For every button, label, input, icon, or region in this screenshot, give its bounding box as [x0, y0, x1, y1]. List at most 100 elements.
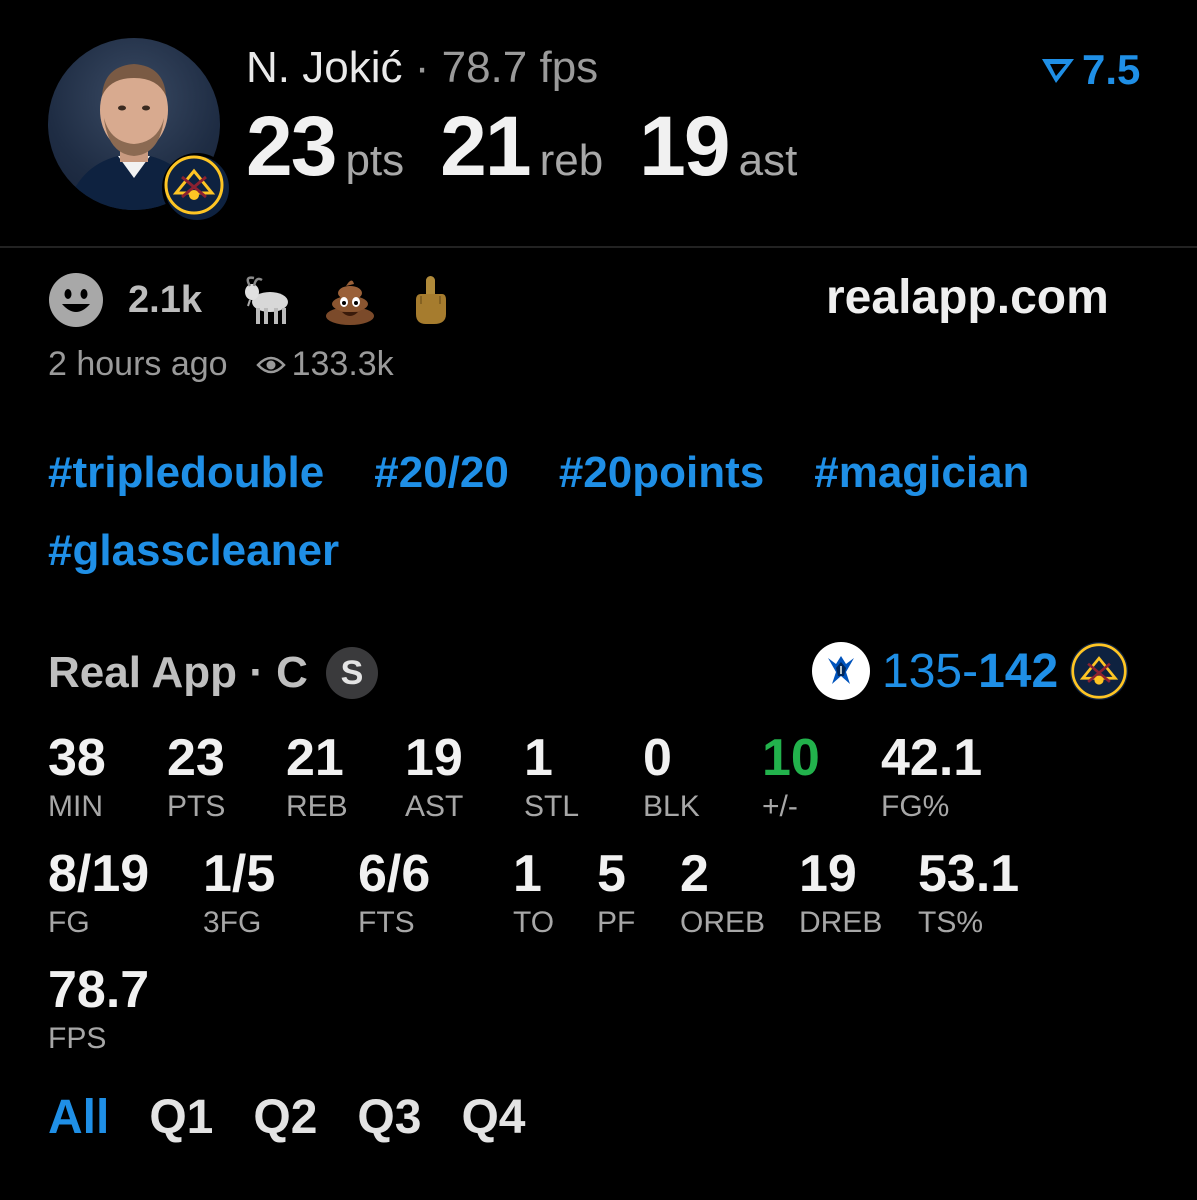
- reaction-count: 2.1k: [128, 278, 202, 321]
- stat-value: 8/19: [48, 845, 150, 903]
- stat-plus-minus: 10 +/-: [762, 730, 820, 824]
- stat-value: 78.7: [48, 961, 150, 1019]
- hashtag-20-20[interactable]: #20/20: [374, 445, 509, 501]
- stat-fts: 6/6 FTS: [358, 846, 430, 940]
- stat-value: 1: [524, 729, 553, 787]
- hashtag-tripledouble[interactable]: #tripledouble: [48, 445, 324, 501]
- stat-value: 23: [167, 729, 225, 787]
- post-meta: 2 hours ago 133.3k: [48, 345, 394, 384]
- player-rating[interactable]: 7.5: [1040, 46, 1140, 94]
- stat-label: TO: [513, 906, 555, 939]
- tab-all[interactable]: All: [48, 1090, 109, 1145]
- stat-value: 19: [405, 729, 463, 787]
- stat-label: FTS: [358, 906, 415, 939]
- stat-stl: 1 STL: [524, 730, 579, 824]
- stat-oreb: 2 OREB: [680, 846, 765, 940]
- headline-rebounds-unit: reb: [539, 136, 604, 185]
- headline-assists-value: 19: [639, 99, 730, 193]
- stat-label: PF: [597, 906, 636, 939]
- stat-fg-pct: 42.1 FG%: [881, 730, 982, 824]
- stat-label: OREB: [680, 906, 766, 939]
- stat-pts: 23 PTS: [167, 730, 225, 824]
- view-count: 133.3k: [255, 345, 394, 384]
- source-label: Real App · C: [48, 648, 308, 697]
- stat-value: 38: [48, 729, 106, 787]
- reactions-bar: 2.1k: [48, 272, 468, 328]
- header-divider: [0, 246, 1197, 248]
- player-name-line: N. Jokić · 78.7 fps: [246, 42, 598, 94]
- stat-pf: 5 PF: [597, 846, 635, 940]
- game-source: Real App · C S: [48, 645, 378, 701]
- stat-value: 21: [286, 729, 344, 787]
- eye-icon: [255, 356, 286, 373]
- tab-q4[interactable]: Q4: [461, 1090, 525, 1145]
- headline-points-value: 23: [246, 99, 337, 193]
- goat-emoji[interactable]: [242, 272, 298, 328]
- tab-q2[interactable]: Q2: [253, 1090, 317, 1145]
- stat-fps: 78.7 FPS: [48, 962, 149, 1056]
- hashtag-list: #tripledouble #20/20 #20points #magician…: [48, 445, 1158, 579]
- home-score: 142: [978, 644, 1059, 698]
- stat-label: PTS: [167, 790, 226, 823]
- smiley-face-icon[interactable]: [48, 272, 104, 328]
- middle-finger-emoji[interactable]: [402, 272, 458, 328]
- poop-emoji[interactable]: [322, 272, 378, 328]
- real-app-rating-icon: [1042, 59, 1074, 83]
- stat-label: TS%: [918, 906, 984, 939]
- stat-ast: 19 AST: [405, 730, 463, 824]
- season-badge[interactable]: S: [325, 647, 378, 699]
- stat-label: STL: [524, 790, 580, 823]
- fantasy-points: 78.7 fps: [441, 43, 599, 92]
- stat-value: 1: [513, 845, 542, 903]
- dallas-mavericks-logo: [812, 642, 870, 700]
- score-text: 135-142: [882, 644, 1058, 699]
- denver-nuggets-logo: [1070, 642, 1129, 700]
- stat-label: 3FG: [203, 906, 262, 939]
- stat-dreb: 19 DREB: [799, 846, 882, 940]
- hashtag-magician[interactable]: #magician: [814, 445, 1029, 501]
- stat-ts-pct: 53.1 TS%: [918, 846, 1019, 940]
- stat-label: FPS: [48, 1022, 107, 1055]
- stat-blk: 0 BLK: [643, 730, 700, 824]
- score-dash: -: [962, 644, 979, 698]
- game-score[interactable]: 135-142: [812, 640, 1129, 702]
- headline-rebounds-value: 21: [440, 99, 531, 193]
- stat-value: 0: [643, 729, 672, 787]
- stat-value: 53.1: [918, 845, 1020, 903]
- separator-dot: ·: [414, 43, 430, 92]
- stat-label: +/-: [762, 790, 798, 823]
- quarter-tabs: All Q1 Q2 Q3 Q4: [48, 1090, 525, 1145]
- stat-value: 5: [597, 845, 626, 903]
- stat-value: 1/5: [203, 845, 276, 903]
- stat-value: 6/6: [358, 845, 431, 903]
- stat-label: REB: [286, 790, 348, 823]
- stat-value: 42.1: [881, 729, 983, 787]
- hashtag-20points[interactable]: #20points: [559, 445, 764, 501]
- stat-label: AST: [405, 790, 464, 823]
- stat-fg: 8/19 FG: [48, 846, 149, 940]
- rating-value: 7.5: [1082, 46, 1141, 93]
- site-link[interactable]: realapp.com: [826, 270, 1109, 325]
- post-time: 2 hours ago: [48, 345, 228, 383]
- stat-3fg: 1/5 3FG: [203, 846, 275, 940]
- stat-label: FG%: [881, 790, 950, 823]
- tab-q1[interactable]: Q1: [149, 1090, 213, 1145]
- stat-reb: 21 REB: [286, 730, 348, 824]
- player-name[interactable]: N. Jokić: [246, 43, 402, 92]
- stat-min: 38 MIN: [48, 730, 106, 824]
- headline-stats: 23 pts 21 reb 19 ast: [246, 100, 833, 192]
- view-count-value: 133.3k: [291, 345, 394, 383]
- headline-points-unit: pts: [345, 136, 405, 185]
- stat-to: 1 TO: [513, 846, 554, 940]
- stat-label: FG: [48, 906, 90, 939]
- hashtag-glasscleaner[interactable]: #glasscleaner: [48, 523, 339, 579]
- stat-label: MIN: [48, 790, 103, 823]
- stat-value: 10: [762, 729, 820, 787]
- away-score: 135: [882, 644, 963, 698]
- stat-label: DREB: [799, 906, 883, 939]
- tab-q3[interactable]: Q3: [357, 1090, 421, 1145]
- stat-value: 2: [680, 845, 709, 903]
- headline-assists-unit: ast: [738, 136, 798, 185]
- denver-nuggets-logo: [162, 153, 232, 223]
- stat-value: 19: [799, 845, 857, 903]
